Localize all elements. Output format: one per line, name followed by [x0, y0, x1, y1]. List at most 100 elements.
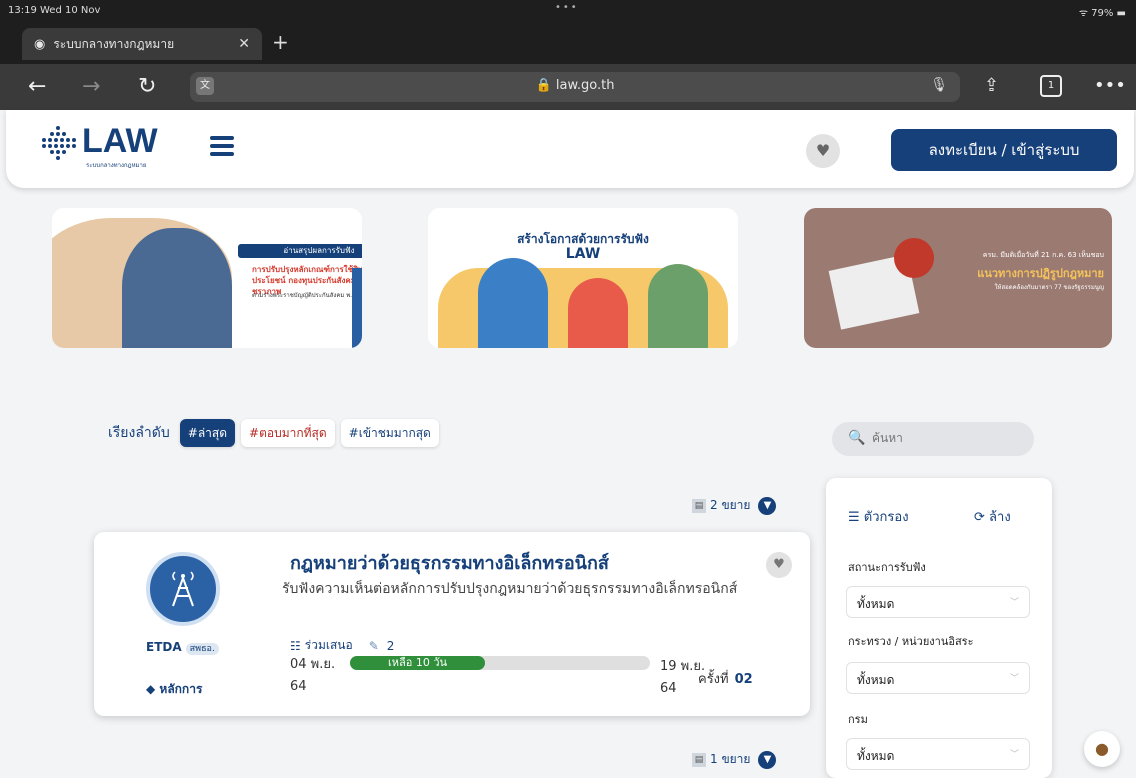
sliders-icon: ☰	[848, 510, 860, 525]
filter-header: ☰ ตัวกรอง	[848, 506, 909, 527]
logo-tagline: ระบบกลางทางกฎหมาย	[86, 162, 147, 169]
time-remaining-fill: เหลือ 10 วัน	[350, 656, 485, 670]
agency-logo	[146, 552, 220, 626]
clear-label: ล้าง	[989, 510, 1011, 525]
chevron-down-icon: ▼	[758, 750, 777, 769]
department-select-value: ทั้งหมด	[857, 749, 895, 763]
banner-illustration-person	[478, 258, 548, 348]
sort-most-answered-chip[interactable]: #ตอบมากที่สุด	[241, 419, 335, 447]
category-text: หลักการ	[159, 682, 203, 696]
pencil-icon: ✎	[368, 638, 379, 653]
search-icon: 🔍	[848, 430, 866, 446]
end-year: 64	[660, 681, 677, 696]
round-value: 02	[734, 672, 753, 687]
banner-line3: ให้สอดคล้องกับมาตรา 77 ของรัฐธรรมนูญ	[994, 284, 1104, 291]
agency-name: ETDA สพธอ.	[146, 640, 219, 655]
expand-toggle[interactable]: ▤ 2 ขยาย ▼	[692, 496, 777, 515]
ministry-filter-label: กระทรวง / หน่วยงานอิสระ	[848, 635, 974, 648]
browser-tab[interactable]: ◉ ระบบกลางทางกฎหมาย ✕	[22, 28, 262, 60]
reload-icon[interactable]: ↻	[138, 74, 156, 99]
chevron-down-icon: ﹀	[1009, 750, 1019, 760]
ministry-select-value: ทั้งหมด	[857, 673, 895, 687]
comment-count: 2	[386, 638, 395, 653]
microphone-icon[interactable]: 🎙	[930, 77, 948, 93]
status-select-value: ทั้งหมด	[857, 597, 895, 611]
agency-sub: สพธอ.	[185, 643, 219, 655]
ministry-select[interactable]: ทั้งหมด ﹀	[846, 662, 1030, 694]
site-header: LAW ระบบกลางทางกฎหมาย ♥ ลงทะเบียน / เข้า…	[6, 110, 1134, 188]
hearing-stats: ☷ ร่วมเสนอ ✎ 2	[290, 636, 394, 655]
device-status-bar: 13:19 Wed 10 Nov ••• ᯤ 79% ▬	[0, 0, 1136, 24]
multitask-dots[interactable]: •••	[555, 2, 579, 13]
hearing-card[interactable]: ETDA สพธอ. ◆ หลักการ กฎหมายว่าด้วยธุรกรรม…	[94, 532, 810, 716]
chevron-down-icon: ﹀	[1009, 598, 1019, 608]
filter-panel: ☰ ตัวกรอง ⟳ ล้าง สถานะการรับฟัง ทั้งหมด ﹀…	[826, 478, 1052, 778]
logo-dots-icon	[42, 126, 76, 160]
globe-icon: ◉	[34, 36, 46, 52]
round-label: ครั้งที่	[698, 672, 729, 687]
participate-label[interactable]: ร่วมเสนอ	[305, 636, 353, 655]
banner-law-reform[interactable]: ครม. มีมติเมื่อวันที่ 21 ก.ค. 63 เห็นชอบ…	[804, 208, 1112, 348]
status-filter-label: สถานะการรับฟัง	[848, 561, 926, 574]
sort-latest-chip[interactable]: #ล่าสุด	[179, 419, 236, 447]
banner-decoration	[352, 268, 362, 348]
department-filter-label: กรม	[848, 713, 868, 726]
tabs-overview-button[interactable]: 1	[1040, 75, 1062, 97]
cookie-settings-icon[interactable]: ●	[1084, 731, 1120, 767]
tab-title: ระบบกลางทางกฎหมาย	[53, 36, 175, 51]
more-menu-icon[interactable]: •••	[1094, 75, 1126, 96]
sort-most-viewed-chip[interactable]: #เข้าชมมากสุด	[340, 419, 439, 447]
chevron-down-icon: ▼	[758, 496, 777, 515]
expand-toggle[interactable]: ▤ 1 ขยาย ▼	[692, 750, 777, 769]
banner-subtext: ตามร่างพระราชบัญญัติประกันสังคม พ.ศ. ...…	[252, 292, 362, 299]
banner-headline: แนวทางการปฏิรูปกฎหมาย	[977, 267, 1104, 280]
antenna-tower-icon	[172, 571, 194, 607]
banner-line1: ครม. มีมติเมื่อวันที่ 21 ก.ค. 63 เห็นชอบ	[982, 251, 1104, 259]
new-tab-button[interactable]: +	[272, 30, 289, 54]
back-arrow-icon[interactable]: ←	[28, 74, 46, 99]
chevron-down-icon: ﹀	[1009, 674, 1019, 684]
agency-acronym: ETDA	[146, 640, 182, 654]
banner-illustration-person	[568, 278, 628, 348]
share-icon[interactable]: ⇪	[984, 75, 999, 96]
url-value: law.go.th	[555, 78, 615, 93]
hearing-description: รับฟังความเห็นต่อหลักการปรับปรุงกฎหมายว่…	[282, 581, 738, 597]
battery-indicator: ᯤ 79% ▬	[1078, 8, 1126, 19]
filter-title: ตัวกรอง	[863, 510, 909, 525]
expand-box-icon: ▤	[692, 752, 706, 767]
logo-wordmark: LAW	[82, 122, 158, 160]
banner-label: อ่านสรุปผลการรับฟัง	[238, 244, 362, 258]
status-select[interactable]: ทั้งหมด ﹀	[846, 586, 1030, 618]
expand-label: 2 ขยาย	[710, 498, 751, 512]
search-box[interactable]: 🔍	[832, 422, 1034, 456]
close-tab-icon[interactable]: ✕	[238, 36, 250, 52]
sort-bar: เรียงลำดับ #ล่าสุด #ตอบมากที่สุด #เข้าชม…	[108, 419, 445, 447]
department-select[interactable]: ทั้งหมด ﹀	[846, 738, 1030, 770]
address-bar[interactable]: 文 🔒 law.go.th 🎙	[190, 72, 960, 102]
category-label: ◆ หลักการ	[146, 682, 203, 696]
banner-social-security[interactable]: อ่านสรุปผลการรับฟัง การปรับปรุงหลักเกณฑ์…	[52, 208, 362, 348]
hearing-title[interactable]: กฎหมายว่าด้วยธุรกรรมทางอิเล็กทรอนิกส์	[290, 548, 609, 577]
battery-percent: 79%	[1091, 8, 1114, 19]
sort-label: เรียงลำดับ	[108, 425, 170, 441]
forward-arrow-icon[interactable]: →	[82, 74, 100, 99]
refresh-icon: ⟳	[974, 510, 985, 525]
start-date: 04 พ.ย. 64	[290, 654, 335, 698]
search-input[interactable]	[870, 430, 1024, 446]
start-date-value: 04 พ.ย.	[290, 657, 336, 672]
start-year: 64	[290, 679, 307, 694]
browser-tab-bar: ◉ ระบบกลางทางกฎหมาย ✕ +	[0, 24, 1136, 64]
banner-illustration-person	[648, 264, 708, 348]
favorite-heart-icon[interactable]: ♥	[766, 552, 792, 578]
status-time: 13:19 Wed 10 Nov	[8, 5, 101, 16]
hamburger-menu-icon[interactable]	[210, 136, 234, 160]
site-logo[interactable]: LAW ระบบกลางทางกฎหมาย	[38, 122, 158, 169]
clear-filter-button[interactable]: ⟳ ล้าง	[974, 506, 1011, 527]
round-number: ครั้งที่ 02	[698, 668, 753, 689]
banner-listening[interactable]: สร้างโอกาสด้วยการรับฟัง LAW	[428, 208, 738, 348]
register-login-button[interactable]: ลงทะเบียน / เข้าสู่ระบบ	[891, 129, 1117, 171]
browser-toolbar: ← → ↻ 文 🔒 law.go.th 🎙 ⇪ 1 •••	[0, 64, 1136, 110]
favorites-heart-button[interactable]: ♥	[806, 134, 840, 168]
expand-label: 1 ขยาย	[710, 752, 751, 766]
url-text: 🔒 law.go.th	[535, 78, 615, 93]
